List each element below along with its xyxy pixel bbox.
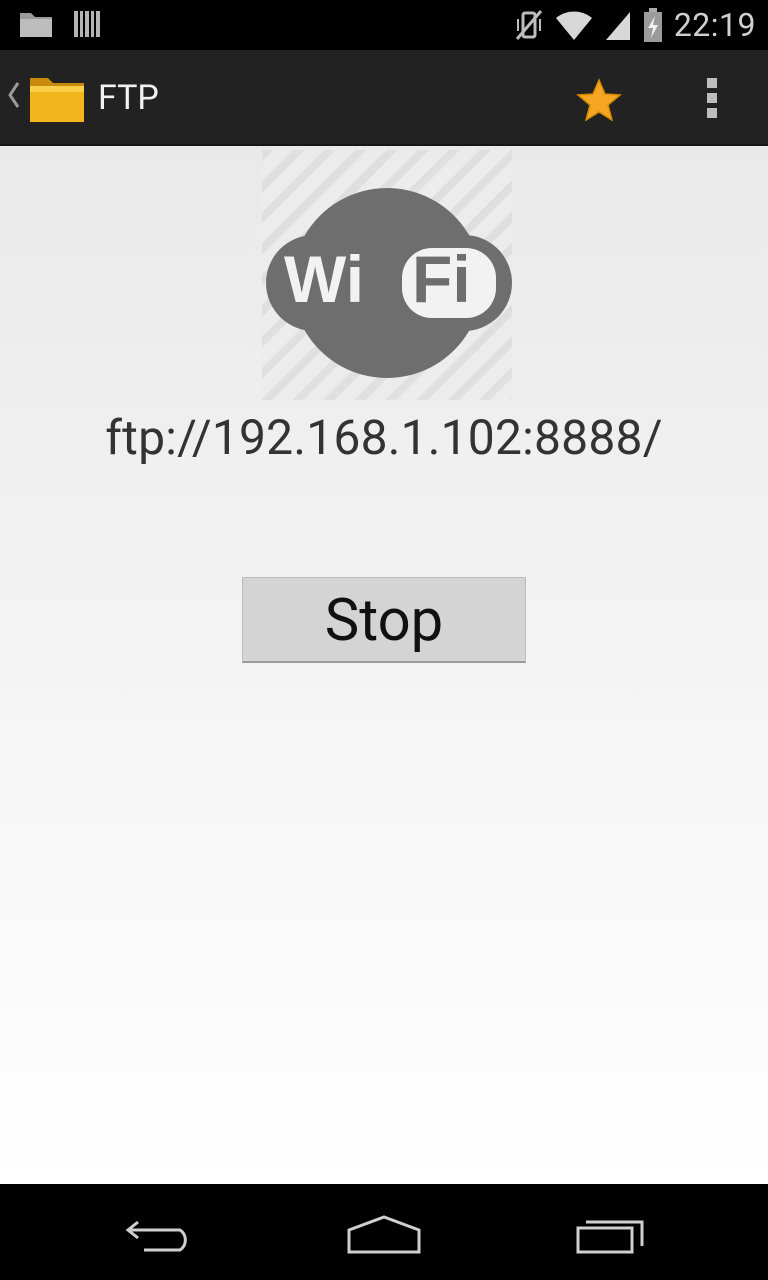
overflow-menu-icon[interactable] <box>702 76 722 120</box>
barcode-notification-icon <box>74 11 100 37</box>
navigation-bar <box>0 1184 768 1280</box>
status-time: 22:19 <box>673 6 756 44</box>
up-caret-icon[interactable] <box>6 80 22 110</box>
main-content: Wi Fi ftp://192.168.1.102:8888/ Stop <box>0 146 768 1184</box>
status-bar: 22:19 <box>0 0 768 50</box>
battery-charging-icon <box>643 8 662 42</box>
cell-signal-icon <box>605 12 630 40</box>
ftp-address: ftp://192.168.1.102:8888/ <box>105 409 663 466</box>
wifi-signal-icon <box>555 11 592 40</box>
vibrate-mute-icon <box>515 10 542 40</box>
page-title: FTP <box>98 78 159 118</box>
logo-fi-text: Fi <box>412 242 471 316</box>
stop-button[interactable]: Stop <box>242 577 526 663</box>
logo-wi-text: Wi <box>284 242 364 316</box>
folder-notification-icon <box>20 13 52 37</box>
home-icon[interactable] <box>346 1214 422 1256</box>
action-bar: FTP <box>0 50 768 146</box>
back-icon[interactable] <box>124 1214 196 1254</box>
recents-icon[interactable] <box>574 1216 646 1254</box>
folder-app-icon[interactable] <box>28 72 86 124</box>
star-icon[interactable] <box>576 78 622 122</box>
wifi-logo: Wi Fi <box>262 150 512 400</box>
